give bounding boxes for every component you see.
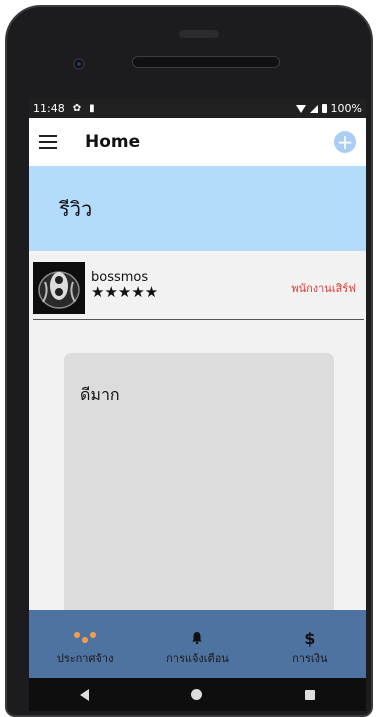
system-navigation-bar (29, 678, 366, 711)
section-banner: รีวิว (29, 166, 366, 251)
battery-percent: 100% (330, 102, 362, 115)
wifi-icon (295, 104, 306, 113)
top-sensor (179, 30, 219, 38)
nav-item-finance[interactable]: $ การเงิน (260, 629, 360, 667)
bottom-navigation: ประกาศจ้าง การแจ้งเตือน $ การเงิน (29, 610, 366, 678)
signal-icon (309, 104, 318, 113)
divider (33, 319, 364, 320)
banner-title: รีวิว (59, 196, 93, 221)
dots-icon (74, 629, 97, 647)
app-screen: 11:48 ✿ ▮ 100% Home + รีวิว bossmos ★★★★… (29, 99, 366, 678)
app-bar: Home + (29, 118, 366, 166)
nav-item-notifications[interactable]: การแจ้งเตือน (147, 629, 247, 667)
nav-label-notifications: การแจ้งเตือน (166, 652, 229, 665)
add-circle-icon[interactable]: + (334, 131, 356, 153)
review-card: ดีมาก (64, 353, 334, 643)
reviewer-row[interactable]: bossmos ★★★★★ พนักงานเสิร์ฟ (29, 260, 366, 316)
bell-icon (192, 629, 203, 647)
hamburger-menu-icon[interactable] (39, 135, 57, 149)
nav-label-finance: การเงิน (292, 652, 328, 665)
avatar (33, 262, 85, 314)
recents-icon[interactable] (304, 689, 315, 700)
status-right: 100% (295, 102, 362, 115)
gear-icon: ✿ (72, 103, 82, 114)
dollar-icon: $ (304, 628, 316, 648)
review-text: ดีมาก (80, 385, 120, 404)
earpiece-speaker (132, 56, 280, 68)
status-bar: 11:48 ✿ ▮ 100% (29, 99, 366, 118)
star-rating: ★★★★★ (91, 282, 159, 301)
home-icon[interactable] (191, 689, 203, 700)
front-camera (73, 58, 85, 70)
status-time: 11:48 (33, 102, 65, 115)
sd-card-icon: ▮ (89, 103, 95, 114)
page-title: Home (85, 132, 141, 152)
avatar-logo-icon (33, 262, 85, 314)
nav-label-job-posts: ประกาศจ้าง (56, 652, 114, 665)
reviewer-info: bossmos ★★★★★ (91, 270, 159, 301)
battery-icon (321, 104, 327, 113)
nav-item-job-posts[interactable]: ประกาศจ้าง (35, 629, 135, 667)
reviewer-role: พนักงานเสิร์ฟ (291, 282, 356, 295)
back-icon[interactable] (80, 688, 90, 701)
